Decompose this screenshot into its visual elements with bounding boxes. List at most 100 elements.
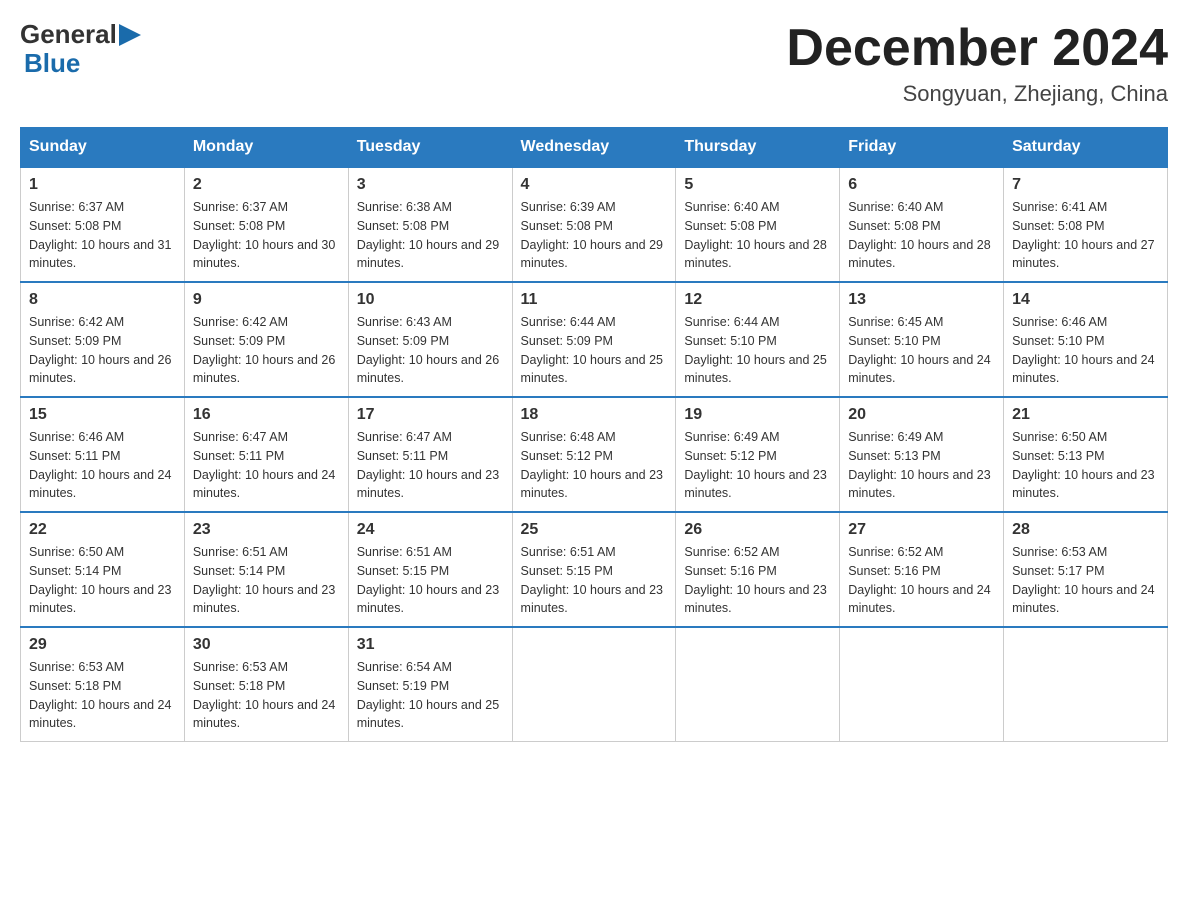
sunrise-label: Sunrise: 6:37 AM — [29, 200, 124, 214]
daylight-label: Daylight: 10 hours and 29 minutes. — [357, 238, 499, 271]
sunset-label: Sunset: 5:12 PM — [521, 449, 613, 463]
day-header-thursday: Thursday — [676, 128, 840, 168]
daylight-label: Daylight: 10 hours and 25 minutes. — [521, 353, 663, 386]
daylight-label: Daylight: 10 hours and 24 minutes. — [848, 583, 990, 616]
calendar-cell — [676, 627, 840, 742]
daylight-label: Daylight: 10 hours and 23 minutes. — [193, 583, 335, 616]
day-header-saturday: Saturday — [1004, 128, 1168, 168]
daylight-label: Daylight: 10 hours and 24 minutes. — [193, 468, 335, 501]
daylight-label: Daylight: 10 hours and 28 minutes. — [684, 238, 826, 271]
sunrise-label: Sunrise: 6:46 AM — [29, 430, 124, 444]
day-number: 5 — [684, 176, 831, 194]
sunset-label: Sunset: 5:08 PM — [357, 219, 449, 233]
sunrise-label: Sunrise: 6:52 AM — [684, 545, 779, 559]
day-info: Sunrise: 6:51 AM Sunset: 5:15 PM Dayligh… — [357, 543, 504, 618]
day-info: Sunrise: 6:40 AM Sunset: 5:08 PM Dayligh… — [848, 198, 995, 273]
calendar-cell: 26 Sunrise: 6:52 AM Sunset: 5:16 PM Dayl… — [676, 512, 840, 627]
day-info: Sunrise: 6:53 AM Sunset: 5:18 PM Dayligh… — [29, 658, 176, 733]
calendar-cell: 10 Sunrise: 6:43 AM Sunset: 5:09 PM Dayl… — [348, 282, 512, 397]
day-number: 1 — [29, 176, 176, 194]
daylight-label: Daylight: 10 hours and 23 minutes. — [1012, 468, 1154, 501]
day-number: 8 — [29, 291, 176, 309]
day-header-sunday: Sunday — [21, 128, 185, 168]
sunset-label: Sunset: 5:14 PM — [193, 564, 285, 578]
page-header: General Blue December 2024 Songyuan, Zhe… — [20, 20, 1168, 107]
sunset-label: Sunset: 5:10 PM — [684, 334, 776, 348]
calendar-week-row: 22 Sunrise: 6:50 AM Sunset: 5:14 PM Dayl… — [21, 512, 1168, 627]
daylight-label: Daylight: 10 hours and 24 minutes. — [848, 353, 990, 386]
day-info: Sunrise: 6:44 AM Sunset: 5:09 PM Dayligh… — [521, 313, 668, 388]
daylight-label: Daylight: 10 hours and 26 minutes. — [193, 353, 335, 386]
sunset-label: Sunset: 5:08 PM — [684, 219, 776, 233]
day-info: Sunrise: 6:37 AM Sunset: 5:08 PM Dayligh… — [29, 198, 176, 273]
day-info: Sunrise: 6:46 AM Sunset: 5:11 PM Dayligh… — [29, 428, 176, 503]
day-info: Sunrise: 6:44 AM Sunset: 5:10 PM Dayligh… — [684, 313, 831, 388]
sunset-label: Sunset: 5:08 PM — [848, 219, 940, 233]
day-number: 22 — [29, 521, 176, 539]
daylight-label: Daylight: 10 hours and 23 minutes. — [521, 468, 663, 501]
day-number: 2 — [193, 176, 340, 194]
day-info: Sunrise: 6:51 AM Sunset: 5:14 PM Dayligh… — [193, 543, 340, 618]
daylight-label: Daylight: 10 hours and 30 minutes. — [193, 238, 335, 271]
sunset-label: Sunset: 5:16 PM — [848, 564, 940, 578]
day-info: Sunrise: 6:47 AM Sunset: 5:11 PM Dayligh… — [193, 428, 340, 503]
sunset-label: Sunset: 5:08 PM — [1012, 219, 1104, 233]
day-info: Sunrise: 6:40 AM Sunset: 5:08 PM Dayligh… — [684, 198, 831, 273]
day-info: Sunrise: 6:38 AM Sunset: 5:08 PM Dayligh… — [357, 198, 504, 273]
calendar-table: SundayMondayTuesdayWednesdayThursdayFrid… — [20, 127, 1168, 742]
calendar-cell: 9 Sunrise: 6:42 AM Sunset: 5:09 PM Dayli… — [184, 282, 348, 397]
day-number: 23 — [193, 521, 340, 539]
day-number: 10 — [357, 291, 504, 309]
logo-arrow-icon — [119, 24, 141, 46]
sunset-label: Sunset: 5:18 PM — [193, 679, 285, 693]
sunrise-label: Sunrise: 6:45 AM — [848, 315, 943, 329]
day-info: Sunrise: 6:54 AM Sunset: 5:19 PM Dayligh… — [357, 658, 504, 733]
calendar-cell: 21 Sunrise: 6:50 AM Sunset: 5:13 PM Dayl… — [1004, 397, 1168, 512]
daylight-label: Daylight: 10 hours and 24 minutes. — [1012, 353, 1154, 386]
sunset-label: Sunset: 5:17 PM — [1012, 564, 1104, 578]
daylight-label: Daylight: 10 hours and 23 minutes. — [684, 583, 826, 616]
day-header-monday: Monday — [184, 128, 348, 168]
calendar-cell: 3 Sunrise: 6:38 AM Sunset: 5:08 PM Dayli… — [348, 167, 512, 282]
sunset-label: Sunset: 5:16 PM — [684, 564, 776, 578]
day-info: Sunrise: 6:53 AM Sunset: 5:17 PM Dayligh… — [1012, 543, 1159, 618]
day-number: 24 — [357, 521, 504, 539]
day-number: 7 — [1012, 176, 1159, 194]
daylight-label: Daylight: 10 hours and 24 minutes. — [29, 468, 171, 501]
day-number: 15 — [29, 406, 176, 424]
daylight-label: Daylight: 10 hours and 24 minutes. — [29, 698, 171, 731]
day-number: 29 — [29, 636, 176, 654]
calendar-week-row: 29 Sunrise: 6:53 AM Sunset: 5:18 PM Dayl… — [21, 627, 1168, 742]
sunrise-label: Sunrise: 6:50 AM — [1012, 430, 1107, 444]
day-number: 26 — [684, 521, 831, 539]
day-info: Sunrise: 6:50 AM Sunset: 5:13 PM Dayligh… — [1012, 428, 1159, 503]
calendar-cell — [1004, 627, 1168, 742]
day-number: 28 — [1012, 521, 1159, 539]
day-number: 14 — [1012, 291, 1159, 309]
sunrise-label: Sunrise: 6:49 AM — [848, 430, 943, 444]
day-header-wednesday: Wednesday — [512, 128, 676, 168]
sunrise-label: Sunrise: 6:47 AM — [193, 430, 288, 444]
calendar-cell — [512, 627, 676, 742]
sunset-label: Sunset: 5:15 PM — [357, 564, 449, 578]
calendar-cell: 7 Sunrise: 6:41 AM Sunset: 5:08 PM Dayli… — [1004, 167, 1168, 282]
sunrise-label: Sunrise: 6:40 AM — [684, 200, 779, 214]
sunrise-label: Sunrise: 6:43 AM — [357, 315, 452, 329]
day-info: Sunrise: 6:41 AM Sunset: 5:08 PM Dayligh… — [1012, 198, 1159, 273]
day-number: 18 — [521, 406, 668, 424]
sunset-label: Sunset: 5:08 PM — [521, 219, 613, 233]
daylight-label: Daylight: 10 hours and 26 minutes. — [357, 353, 499, 386]
sunset-label: Sunset: 5:09 PM — [357, 334, 449, 348]
sunrise-label: Sunrise: 6:51 AM — [521, 545, 616, 559]
calendar-cell: 31 Sunrise: 6:54 AM Sunset: 5:19 PM Dayl… — [348, 627, 512, 742]
sunset-label: Sunset: 5:18 PM — [29, 679, 121, 693]
day-info: Sunrise: 6:49 AM Sunset: 5:12 PM Dayligh… — [684, 428, 831, 503]
calendar-cell: 11 Sunrise: 6:44 AM Sunset: 5:09 PM Dayl… — [512, 282, 676, 397]
month-title: December 2024 — [786, 20, 1168, 77]
daylight-label: Daylight: 10 hours and 23 minutes. — [357, 583, 499, 616]
sunset-label: Sunset: 5:09 PM — [193, 334, 285, 348]
sunrise-label: Sunrise: 6:42 AM — [193, 315, 288, 329]
calendar-cell: 13 Sunrise: 6:45 AM Sunset: 5:10 PM Dayl… — [840, 282, 1004, 397]
day-number: 21 — [1012, 406, 1159, 424]
sunrise-label: Sunrise: 6:39 AM — [521, 200, 616, 214]
